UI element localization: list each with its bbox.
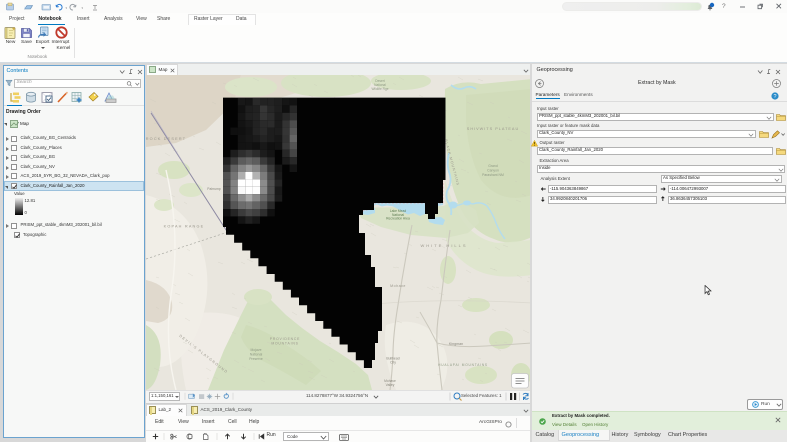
svg-text:?: ? bbox=[774, 94, 777, 100]
svg-text:HUALAPAI MOUNTAINS: HUALAPAI MOUNTAINS bbox=[438, 363, 488, 367]
svg-text:Mojave: Mojave bbox=[251, 348, 262, 352]
svg-text:City: City bbox=[390, 361, 396, 365]
svg-text:Canyon: Canyon bbox=[487, 169, 499, 173]
svg-text:Pahrump: Pahrump bbox=[207, 187, 221, 191]
svg-text:KOPAH RANGE: KOPAH RANGE bbox=[164, 225, 205, 229]
svg-text:Recreation Area: Recreation Area bbox=[386, 217, 410, 221]
svg-text:Mohave: Mohave bbox=[390, 284, 406, 288]
svg-text:ROCK DESERT: ROCK DESERT bbox=[146, 137, 186, 141]
svg-text:Parashant NM: Parashant NM bbox=[482, 173, 504, 177]
svg-text:Kingman: Kingman bbox=[449, 342, 463, 346]
svg-text:SHIVWITS PLATEAU: SHIVWITS PLATEAU bbox=[467, 127, 519, 131]
svg-text:Wildlife Rge: Wildlife Rge bbox=[371, 87, 388, 91]
svg-text:National: National bbox=[250, 353, 263, 357]
svg-text:Preserve: Preserve bbox=[249, 357, 263, 361]
svg-text:Grand: Grand bbox=[488, 164, 498, 168]
svg-text:WHITE HILLS: WHITE HILLS bbox=[420, 243, 467, 248]
svg-text:PROVIDENCE: PROVIDENCE bbox=[270, 337, 300, 341]
svg-text:Valley: Valley bbox=[386, 383, 395, 387]
svg-text:MOUNTAINS: MOUNTAINS bbox=[271, 342, 298, 346]
